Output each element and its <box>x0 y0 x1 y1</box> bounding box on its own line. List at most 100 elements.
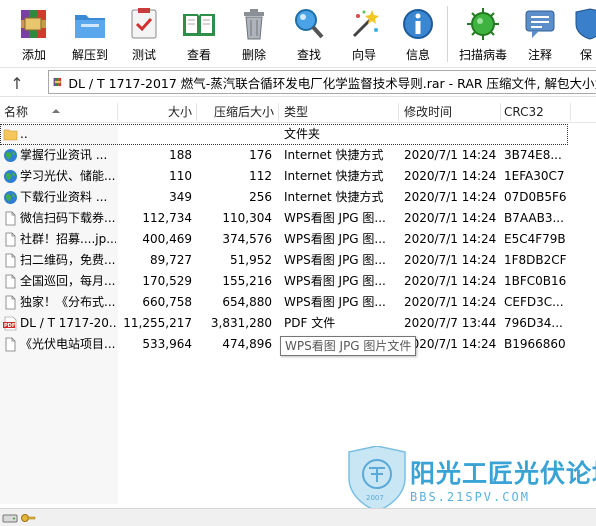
address-text: DL / T 1717-2017 燃气-蒸汽联合循环发电厂化学监督技术导则.ra… <box>68 75 596 91</box>
file-crc: 07D0B5F6 <box>504 190 567 204</box>
column-divider[interactable] <box>278 103 279 121</box>
comment-button[interactable]: 注释 <box>514 2 566 64</box>
delete-button-label: 删除 <box>241 48 266 62</box>
extract-to-icon <box>75 15 105 38</box>
file-modified: 2020/7/1 14:24 <box>404 211 497 225</box>
file-type: Internet 快捷方式 <box>284 169 384 183</box>
file-name: 全国巡回，每月... <box>20 274 116 288</box>
view-button[interactable]: 查看 <box>173 2 225 64</box>
file-size: 11,255,217 <box>123 316 192 330</box>
test-button[interactable]: 测试 <box>118 2 170 64</box>
image-file-icon <box>5 295 16 310</box>
pdf-file-icon: PDF <box>3 316 17 331</box>
up-level-button[interactable]: ↑ <box>6 72 28 94</box>
table-row[interactable]: 独家！《分布式... 660,758 654,880 WPS看图 JPG 图..… <box>0 292 596 313</box>
file-packed-size: 3,831,280 <box>210 316 272 330</box>
file-modified <box>404 124 504 145</box>
table-row-parent-folder[interactable]: .. 文件夹 <box>0 124 568 145</box>
file-modified: 2020/7/1 14:24 <box>404 148 497 162</box>
file-size: 89,727 <box>150 253 192 267</box>
file-type: WPS看图 JPG 图... <box>284 253 386 267</box>
column-crc[interactable]: CRC32 <box>500 101 570 123</box>
rar-archive-icon <box>53 77 62 87</box>
file-type: WPS看图 JPG 图... <box>284 211 386 225</box>
column-type[interactable]: 类型 <box>280 101 398 123</box>
internet-shortcut-icon <box>4 191 17 204</box>
image-file-icon <box>5 211 16 226</box>
table-row[interactable]: 学习光伏、储能... 110 112 Internet 快捷方式 2020/7/… <box>0 166 596 187</box>
extract-to-button-label: 解压到 <box>71 48 108 62</box>
table-row[interactable]: 下载行业资料 ... 349 256 Internet 快捷方式 2020/7/… <box>0 187 596 208</box>
view-icon <box>183 14 215 36</box>
table-row[interactable]: 社群！招募....jp... 400,469 374,576 WPS看图 JPG… <box>0 229 596 250</box>
image-file-icon <box>5 337 16 352</box>
key-icon[interactable] <box>20 511 36 525</box>
column-type-label: 类型 <box>284 105 309 119</box>
find-button-label: 查找 <box>296 48 321 62</box>
add-button[interactable]: 添加 <box>8 2 60 64</box>
file-size: 660,758 <box>142 295 192 309</box>
extract-to-button[interactable]: 解压到 <box>64 2 116 64</box>
table-row[interactable]: PDF DL / T 1717-20... 11,255,217 3,831,2… <box>0 313 596 334</box>
file-crc: B7AAB3... <box>504 211 564 225</box>
arrow-up-icon: ↑ <box>10 73 24 93</box>
file-crc: E5C4F79B <box>504 232 566 246</box>
file-crc: 1F8DB2CF <box>504 253 567 267</box>
info-button-label: 信息 <box>405 48 430 62</box>
column-packed-label: 压缩后大小 <box>213 105 274 119</box>
file-type: WPS看图 JPG 图... <box>284 274 386 288</box>
virus-scan-icon <box>467 8 499 40</box>
file-list: .. 文件夹 掌握行业资讯 ... 188 176 Internet 快捷方式 … <box>0 124 596 355</box>
column-size[interactable]: 大小 <box>118 101 196 123</box>
file-packed-size: 155,216 <box>222 274 272 288</box>
file-type: 文件夹 <box>284 127 321 141</box>
table-row[interactable]: 微信扫码下载券... 112,734 110,304 WPS看图 JPG 图..… <box>0 208 596 229</box>
protect-button[interactable]: 保 <box>568 2 596 64</box>
watermark-title: 阳光工匠光伏论坛 <box>410 459 596 488</box>
table-row[interactable]: 全国巡回，每月... 170,529 155,216 WPS看图 JPG 图..… <box>0 271 596 292</box>
file-size: 349 <box>169 190 192 204</box>
internet-shortcut-icon <box>4 149 17 162</box>
watermark-year: 2007 <box>366 494 384 502</box>
wizard-button[interactable]: 向导 <box>338 2 390 64</box>
column-divider[interactable] <box>398 103 399 121</box>
file-modified: 2020/7/1 14:24 <box>404 337 497 351</box>
svg-text:PDF: PDF <box>4 323 15 329</box>
internet-shortcut-icon <box>4 170 17 183</box>
info-button[interactable]: 信息 <box>392 2 444 64</box>
test-icon <box>131 8 157 39</box>
virus-scan-button[interactable]: 扫描病毒 <box>457 2 509 64</box>
file-crc: 1BFC0B16 <box>504 274 567 288</box>
add-button-label: 添加 <box>21 48 46 62</box>
address-field[interactable]: DL / T 1717-2017 燃气-蒸汽联合循环发电厂化学监督技术导则.ra… <box>48 70 596 94</box>
image-file-icon <box>5 253 16 268</box>
delete-button[interactable]: 删除 <box>228 2 280 64</box>
file-packed-size: 176 <box>249 148 272 162</box>
table-row[interactable]: 掌握行业资讯 ... 188 176 Internet 快捷方式 2020/7/… <box>0 145 596 166</box>
file-modified: 2020/7/1 14:24 <box>404 169 497 183</box>
file-size: 170,529 <box>142 274 192 288</box>
protect-icon <box>575 8 596 40</box>
file-type-tooltip: WPS看图 JPG 图片文件 <box>280 336 417 356</box>
column-packed[interactable]: 压缩后大小 <box>196 101 278 123</box>
image-file-icon <box>5 274 16 289</box>
file-name: 《光伏电站项目... <box>20 337 116 351</box>
file-modified: 2020/7/1 14:24 <box>404 232 497 246</box>
column-modified[interactable]: 修改时间 <box>400 101 500 123</box>
file-packed-size: 374,576 <box>222 232 272 246</box>
file-crc: 3B74E8... <box>504 148 562 162</box>
file-modified: 2020/7/1 14:24 <box>404 274 497 288</box>
test-button-label: 测试 <box>131 48 156 62</box>
folder-icon <box>3 129 18 141</box>
image-file-icon <box>5 232 16 247</box>
file-name: 社群！招募....jp... <box>20 232 116 246</box>
status-bar <box>0 508 596 526</box>
file-modified: 2020/7/1 14:24 <box>404 253 497 267</box>
file-modified: 2020/7/1 14:24 <box>404 190 497 204</box>
table-row[interactable]: 扫二维码，免费... 89,727 51,952 WPS看图 JPG 图... … <box>0 250 596 271</box>
column-divider[interactable] <box>570 103 571 121</box>
drive-icon[interactable] <box>2 511 18 525</box>
file-packed-size: 474,896 <box>222 337 272 351</box>
view-button-label: 查看 <box>186 48 211 62</box>
find-button[interactable]: 查找 <box>283 2 335 64</box>
